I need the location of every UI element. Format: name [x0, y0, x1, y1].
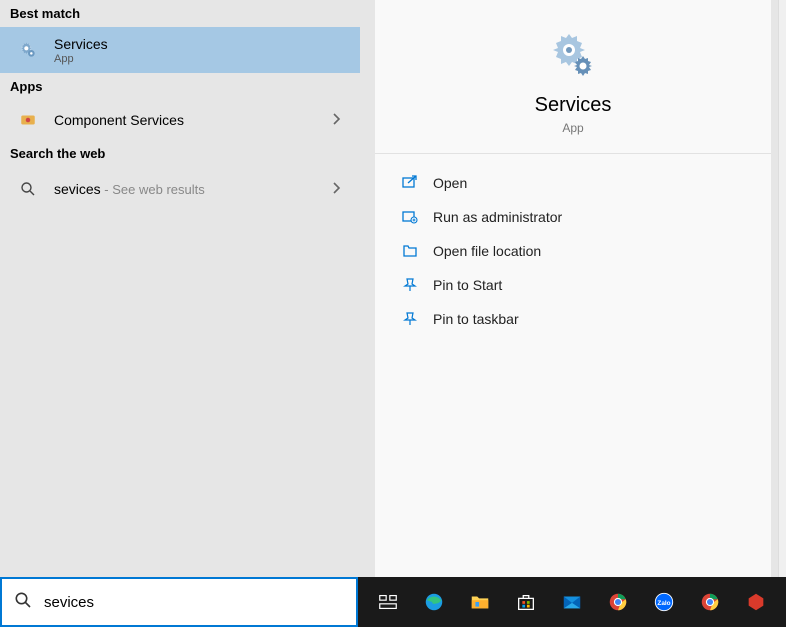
mail-icon[interactable]	[550, 578, 594, 626]
action-open[interactable]: Open	[375, 166, 771, 200]
search-web-header: Search the web	[0, 140, 360, 167]
zalo-icon[interactable]: Zalo	[642, 578, 686, 626]
preview-title: Services	[375, 94, 771, 117]
preview-hero: Services App	[375, 0, 771, 154]
preview-panel: Services App Open Run as administrator	[360, 0, 786, 577]
edge-icon[interactable]	[412, 578, 456, 626]
search-input[interactable]	[44, 594, 344, 611]
file-explorer-icon[interactable]	[458, 578, 502, 626]
action-pin-to-taskbar[interactable]: Pin to taskbar	[375, 302, 771, 336]
svg-text:Zalo: Zalo	[657, 600, 670, 607]
action-label: Pin to taskbar	[433, 311, 519, 327]
preview-actions: Open Run as administrator Open file loca…	[375, 154, 771, 348]
action-label: Run as administrator	[433, 209, 562, 225]
pin-icon	[401, 310, 419, 328]
action-open-file-location[interactable]: Open file location	[375, 234, 771, 268]
folder-icon	[401, 242, 419, 260]
result-services[interactable]: Services App	[0, 27, 360, 73]
pin-icon	[401, 276, 419, 294]
chevron-right-icon	[332, 181, 348, 198]
component-services-icon	[16, 108, 40, 132]
action-label: Open file location	[433, 243, 541, 259]
search-box[interactable]	[0, 577, 358, 627]
preview-subtitle: App	[375, 121, 771, 135]
result-title: Services	[54, 35, 348, 53]
chrome-icon[interactable]	[688, 578, 732, 626]
search-icon	[14, 591, 32, 614]
web-term: sevices	[54, 181, 101, 197]
result-web-sevices[interactable]: sevices - See web results	[0, 167, 360, 211]
chevron-right-icon	[332, 112, 348, 129]
apps-header: Apps	[0, 73, 360, 100]
search-results-panel: Best match Services App Apps Component S…	[0, 0, 360, 577]
open-icon	[401, 174, 419, 192]
search-icon	[16, 177, 40, 201]
action-label: Pin to Start	[433, 277, 502, 293]
result-component-services[interactable]: Component Services	[0, 100, 360, 140]
result-subtitle: App	[54, 53, 348, 65]
task-view-icon[interactable]	[366, 578, 410, 626]
action-label: Open	[433, 175, 467, 191]
admin-icon	[401, 208, 419, 226]
result-title: Component Services	[54, 111, 332, 129]
taskbar: Zalo	[358, 577, 786, 627]
services-large-icon	[549, 30, 597, 78]
web-suffix: - See web results	[101, 182, 205, 197]
app-icon[interactable]	[734, 578, 778, 626]
microsoft-store-icon[interactable]	[504, 578, 548, 626]
best-match-header: Best match	[0, 0, 360, 27]
action-run-as-administrator[interactable]: Run as administrator	[375, 200, 771, 234]
services-icon	[16, 38, 40, 62]
chrome-icon[interactable]	[596, 578, 640, 626]
action-pin-to-start[interactable]: Pin to Start	[375, 268, 771, 302]
scrollbar[interactable]	[778, 0, 786, 577]
